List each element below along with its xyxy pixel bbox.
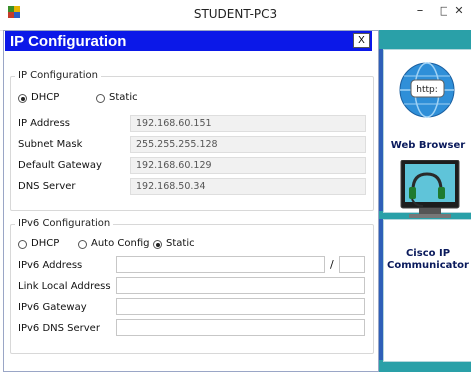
ipv6-dns-server-field[interactable] [116, 319, 365, 336]
ipv4-group-legend: IP Configuration [15, 70, 101, 81]
cisco-ip-communicator-label-line1: Cisco IP [405, 248, 451, 259]
dialog-title: IP Configuration [10, 33, 127, 50]
subnet-mask-field[interactable]: 255.255.255.128 [130, 136, 366, 153]
ipv6-dhcp-radio[interactable] [18, 240, 27, 249]
window-title: STUDENT-PC3 [193, 7, 278, 21]
ip-address-field[interactable]: 192.168.60.151 [130, 115, 366, 132]
web-browser-label: Web Browser [390, 140, 466, 151]
ipv6-address-field[interactable] [116, 256, 325, 273]
ipv6-auto-config-radio[interactable] [78, 240, 87, 249]
link-local-address-label: Link Local Address [18, 281, 111, 292]
link-local-address-field[interactable] [116, 277, 365, 294]
web-browser-icon-text: http: [416, 85, 438, 95]
ipv6-address-label: IPv6 Address [18, 260, 83, 271]
dialog-close-button[interactable]: X [353, 33, 370, 48]
cisco-ip-communicator-tile[interactable]: Cisco IP Communicator [383, 160, 471, 362]
prefix-separator: / [330, 258, 334, 271]
ipv6-gateway-label: IPv6 Gateway [18, 302, 87, 313]
ipv6-static-label[interactable]: Static [166, 238, 195, 249]
subnet-mask-label: Subnet Mask [18, 139, 83, 150]
ipv4-static-label[interactable]: Static [109, 92, 138, 103]
ipv6-static-radio[interactable] [153, 240, 162, 249]
ipv4-dhcp-label[interactable]: DHCP [31, 92, 59, 103]
minimize-button[interactable]: – [408, 0, 432, 24]
cisco-ip-communicator-icon [400, 160, 460, 218]
default-gateway-field[interactable]: 192.168.60.129 [130, 157, 366, 174]
web-browser-icon: http: [399, 62, 455, 118]
dns-server-field[interactable]: 192.168.50.34 [130, 178, 366, 195]
close-window-button[interactable]: ✕ [447, 0, 471, 24]
cisco-ip-communicator-label-line2: Communicator [387, 260, 469, 271]
ipv4-static-radio[interactable] [96, 94, 105, 103]
ipv6-gateway-field[interactable] [116, 298, 365, 315]
window-titlebar: STUDENT-PC3 – □ ✕ [0, 0, 471, 31]
ipv6-group-legend: IPv6 Configuration [15, 218, 114, 229]
default-gateway-label: Default Gateway [18, 160, 102, 171]
ipv6-auto-config-label[interactable]: Auto Config [91, 238, 149, 249]
ipv4-dhcp-radio[interactable] [18, 94, 27, 103]
ip-address-label: IP Address [18, 118, 70, 129]
dns-server-label: DNS Server [18, 181, 76, 192]
ipv6-dhcp-label[interactable]: DHCP [31, 238, 59, 249]
ipv6-prefix-field[interactable] [339, 256, 365, 273]
ipv6-dns-server-label: IPv6 DNS Server [18, 323, 100, 334]
